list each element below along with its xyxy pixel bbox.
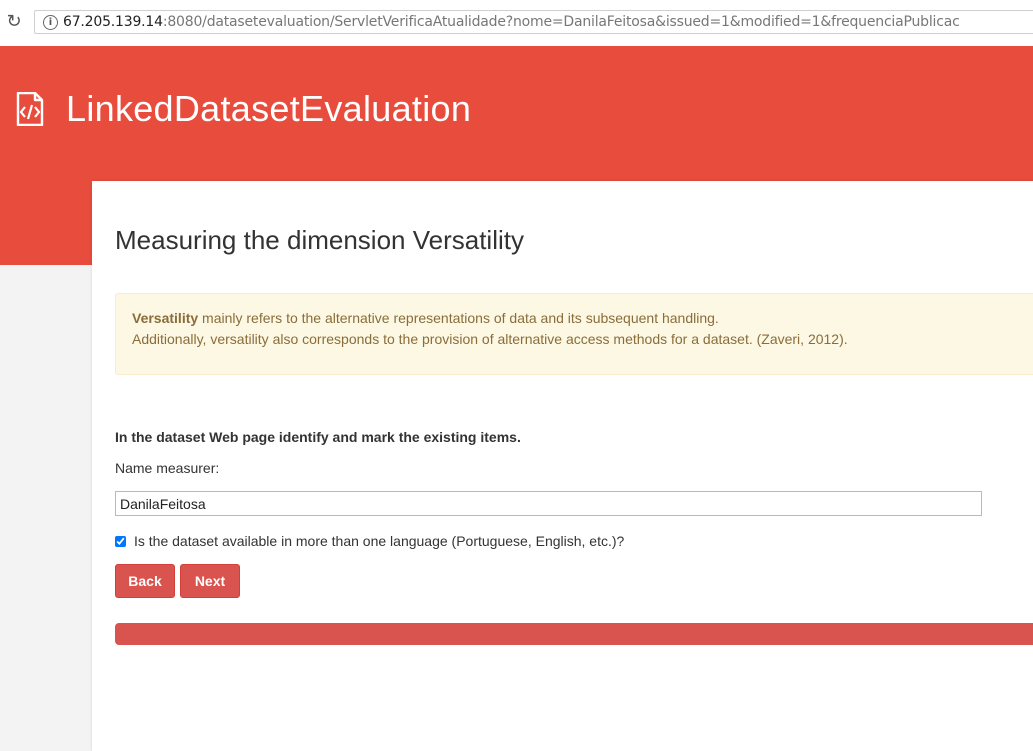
instruction-text: In the dataset Web page identify and mar…	[115, 429, 521, 445]
language-checkbox-label: Is the dataset available in more than on…	[134, 533, 625, 549]
back-button[interactable]: Back	[115, 564, 175, 598]
brand: LinkedDatasetEvaluation	[16, 88, 471, 130]
next-button[interactable]: Next	[180, 564, 240, 598]
language-check-row[interactable]: Is the dataset available in more than on…	[115, 533, 624, 549]
language-checkbox[interactable]	[115, 535, 126, 547]
name-input[interactable]	[115, 491, 982, 516]
alert-term: Versatility	[132, 310, 199, 326]
main-card: Measuring the dimension Versatility Vers…	[92, 181, 1033, 751]
progress-bar	[115, 623, 1033, 645]
reload-icon[interactable]: ↻	[4, 12, 24, 32]
alert-line-1: Versatility mainly refers to the alterna…	[132, 308, 1028, 329]
url-text: 67.205.139.14:8080/datasetevaluation/Ser…	[63, 14, 960, 30]
info-icon[interactable]: i	[43, 15, 58, 30]
url-path: :8080/datasetevaluation/ServletVerificaA…	[162, 14, 960, 30]
page-title: Measuring the dimension Versatility	[115, 225, 524, 255]
browser-toolbar: ↻ i 67.205.139.14:8080/datasetevaluation…	[0, 0, 1033, 46]
address-bar[interactable]: i 67.205.139.14:8080/datasetevaluation/S…	[34, 10, 1033, 34]
definition-alert: Versatility mainly refers to the alterna…	[115, 293, 1033, 375]
name-label: Name measurer:	[115, 460, 220, 476]
app-title: LinkedDatasetEvaluation	[66, 88, 472, 129]
url-host: 67.205.139.14	[63, 14, 163, 30]
progress-fill	[115, 623, 1033, 645]
alert-line-1-text: mainly refers to the alternative represe…	[198, 310, 719, 326]
alert-line-2: Additionally, versatility also correspon…	[132, 331, 848, 347]
code-file-icon	[16, 92, 44, 126]
